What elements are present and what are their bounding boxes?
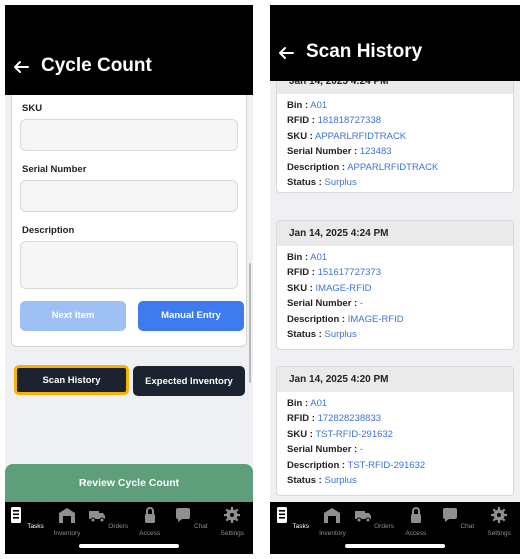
bin-key: Bin : — [287, 100, 309, 111]
app-bar: Scan History — [270, 5, 520, 81]
cycle-count-screen: Cycle Count SKU Serial Number Descriptio… — [5, 5, 253, 554]
description-input[interactable] — [20, 241, 238, 289]
nav-label: Inventory — [319, 530, 346, 537]
description-value: IMAGE-RFID — [347, 313, 404, 325]
scrollbar[interactable] — [249, 263, 251, 383]
status-key: Status : — [287, 328, 322, 340]
nav-settings[interactable]: Settings — [212, 506, 252, 554]
bin-key: Bin : — [287, 398, 309, 409]
serial-value: - — [359, 444, 364, 456]
history-card-body: Bin : A01 RFID : 172828238833 SKU : TST-… — [277, 392, 513, 490]
serial-value: 123483 — [359, 146, 392, 158]
serial-key: Serial Number : — [287, 146, 358, 158]
rfid-value: 181818727338 — [317, 115, 382, 127]
nav-tasks[interactable]: Tasks — [271, 506, 311, 554]
expected-inventory-button[interactable]: Expected Inventory — [133, 366, 245, 396]
description-key: Description : — [287, 459, 346, 471]
cycle-count-content: SKU Serial Number Description Next Item … — [5, 95, 253, 502]
nav-label: Inventory — [53, 530, 81, 537]
nav-label: Orders — [374, 523, 394, 530]
serial-number-label: Serial Number — [22, 164, 87, 175]
nav-label: Tasks — [292, 523, 309, 530]
next-item-button[interactable]: Next Item — [20, 301, 126, 331]
page-title: Cycle Count — [41, 55, 152, 76]
page-title: Scan History — [306, 41, 423, 62]
nav-label: Chat — [194, 523, 208, 530]
entry-form-card: SKU Serial Number Description Next Item … — [11, 95, 247, 347]
history-card: Jan 14, 2025 4:24 PM Bin : A01 RFID : 15… — [276, 220, 514, 350]
status-key: Status : — [287, 176, 322, 188]
sku-value: APPARLRFIDTRACK — [315, 130, 407, 142]
app-bar: Cycle Count — [5, 5, 253, 95]
description-key: Description : — [287, 161, 346, 173]
chat-icon — [442, 508, 457, 522]
home-indicator[interactable] — [79, 544, 179, 548]
status-key: Status : — [287, 474, 322, 486]
history-card-body: Bin : A01 RFID : 151617727373 SKU : IMAG… — [277, 246, 513, 344]
status-value: Surplus — [324, 176, 357, 188]
description-value: TST-RFID-291632 — [347, 459, 426, 471]
nav-label: Access — [139, 530, 161, 537]
description-label: Description — [22, 225, 75, 236]
rfid-key: RFID : — [287, 413, 315, 425]
nav-label: Settings — [220, 530, 245, 537]
nav-label: Access — [405, 530, 427, 537]
sku-value: IMAGE-RFID — [315, 282, 372, 294]
lock-icon — [144, 507, 155, 523]
scan-history-screen: Scan History Jan 14, 2025 4:24 PM Bin : … — [270, 5, 520, 554]
gear-icon — [224, 507, 241, 523]
review-cycle-count-button[interactable]: Review Cycle Count — [5, 464, 253, 502]
serial-value: - — [359, 298, 364, 310]
description-value: APPARLRFIDTRACK — [347, 161, 439, 173]
sku-key: SKU : — [287, 428, 313, 440]
lock-icon — [410, 507, 421, 523]
rfid-key: RFID : — [287, 267, 315, 279]
scan-history-button[interactable]: Scan History — [14, 365, 129, 395]
warehouse-icon — [324, 508, 341, 523]
nav-label: Orders — [108, 523, 129, 530]
bin-value: A01 — [310, 252, 328, 263]
history-card-date: Jan 14, 2025 4:24 PM — [277, 221, 513, 246]
nav-settings[interactable]: Settings — [479, 506, 519, 554]
nav-label: Chat — [460, 523, 475, 530]
scan-history-list[interactable]: Jan 14, 2025 4:24 PM Bin : A01 RFID : 18… — [270, 81, 520, 502]
status-value: Surplus — [324, 474, 357, 486]
bin-value: A01 — [310, 100, 328, 111]
bin-value: A01 — [310, 398, 328, 409]
warehouse-icon — [58, 508, 75, 523]
history-card-date: Jan 14, 2025 4:20 PM — [277, 367, 513, 392]
manual-entry-button[interactable]: Manual Entry — [138, 301, 244, 331]
rfid-value: 172828238833 — [317, 413, 382, 425]
serial-key: Serial Number : — [287, 444, 358, 456]
serial-key: Serial Number : — [287, 298, 358, 310]
home-indicator[interactable] — [345, 544, 445, 548]
chat-icon — [176, 508, 191, 522]
sku-label: SKU — [22, 103, 43, 114]
status-value: Surplus — [324, 328, 357, 340]
sku-key: SKU : — [287, 282, 313, 294]
sku-input[interactable] — [20, 119, 238, 151]
nav-label: Settings — [487, 530, 511, 537]
gear-icon — [491, 507, 508, 523]
description-key: Description : — [287, 313, 346, 325]
back-arrow-icon[interactable] — [278, 45, 294, 61]
sku-key: SKU : — [287, 130, 313, 142]
history-card: Jan 14, 2025 4:20 PM Bin : A01 RFID : 17… — [276, 366, 514, 496]
nav-tasks[interactable]: Tasks — [6, 506, 46, 554]
sku-value: TST-RFID-291632 — [315, 428, 393, 440]
tasks-icon — [276, 507, 287, 523]
history-card-body: Bin : A01 RFID : 181818727338 SKU : APPA… — [277, 94, 513, 192]
history-card: Jan 14, 2025 4:24 PM Bin : A01 RFID : 18… — [276, 81, 514, 193]
tasks-icon — [11, 507, 22, 523]
serial-number-input[interactable] — [20, 180, 238, 212]
back-arrow-icon[interactable] — [13, 59, 29, 75]
history-card-date: Jan 14, 2025 4:24 PM — [277, 81, 513, 94]
rfid-value: 151617727373 — [317, 267, 382, 279]
nav-label: Tasks — [27, 523, 44, 530]
bin-key: Bin : — [287, 252, 309, 263]
truck-icon — [89, 511, 106, 523]
rfid-key: RFID : — [287, 115, 315, 127]
truck-icon — [355, 511, 372, 523]
